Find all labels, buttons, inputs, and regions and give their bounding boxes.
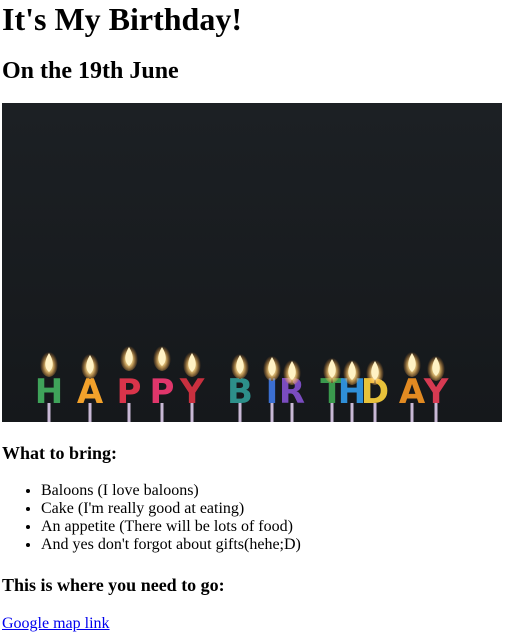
candle: P: [117, 343, 142, 422]
candle-letter: Y: [179, 372, 205, 412]
list-item: An appetite (There will be lots of food): [41, 518, 528, 536]
bring-list: Baloons (I love baloons) Cake (I'm reall…: [2, 482, 528, 554]
page: It's My Birthday! On the 19th June H A PPY…: [0, 0, 530, 634]
location-heading: This is where you need to go:: [2, 575, 225, 595]
list-item: Cake (I'm really good at eating): [41, 500, 528, 518]
candle-letter: A: [399, 372, 426, 412]
candle-letter: H: [35, 372, 63, 412]
candle-letter: P: [117, 372, 142, 412]
list-item: Baloons (I love baloons): [41, 482, 528, 500]
birthday-candles-image: H A P P Y B I R THD AY: [2, 103, 502, 422]
candle: P: [150, 343, 175, 422]
bring-heading: What to bring:: [2, 443, 118, 463]
list-item: And yes don't forgot about gifts(hehe;D): [41, 536, 528, 554]
google-map-link[interactable]: Google map link: [2, 614, 110, 634]
page-subtitle: On the 19th June: [2, 58, 179, 84]
candle-letter: P: [150, 372, 175, 412]
page-title: It's My Birthday!: [2, 1, 242, 37]
